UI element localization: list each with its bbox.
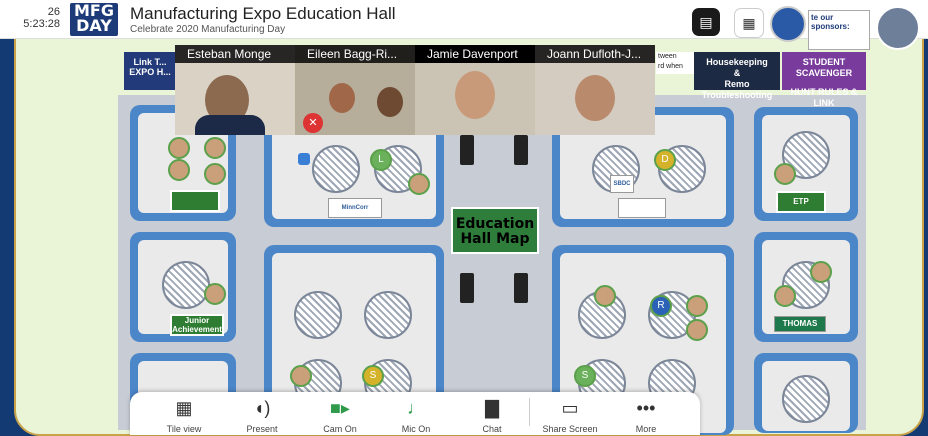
attendee-letter-avatar[interactable]: L <box>370 149 392 171</box>
attendee-avatar[interactable] <box>408 173 430 195</box>
stage-speaker <box>460 135 474 165</box>
tool-label: Chat <box>482 424 502 434</box>
share-screen-button[interactable]: ▭ Share Screen <box>530 398 610 434</box>
timer-line: 26 <box>47 6 60 18</box>
more-button[interactable]: ••• More <box>606 398 686 434</box>
sbdc-sign[interactable]: SBDC <box>610 175 634 193</box>
junior-achievement-sign[interactable]: Junior Achievement <box>170 314 224 336</box>
thomas-sign[interactable]: THOMAS <box>774 316 826 332</box>
attendee-avatar[interactable] <box>686 319 708 341</box>
chat-button[interactable]: ▇ Chat <box>452 398 532 434</box>
attendee-avatar[interactable] <box>774 285 796 307</box>
video-tile[interactable]: Esteban Monge <box>175 45 295 135</box>
banner-text: & <box>733 68 741 78</box>
cam-button[interactable]: ■▸ Cam On <box>300 398 380 434</box>
tool-label: Mic On <box>401 424 431 434</box>
attendee-avatar[interactable] <box>290 365 312 387</box>
round-table[interactable] <box>294 291 342 339</box>
mic-muted-icon: ✕ <box>303 113 323 133</box>
participant-face <box>575 75 615 121</box>
expo-link-banner[interactable]: Link T... EXPO H... <box>124 52 176 90</box>
event-title: Manufacturing Expo Education Hall <box>130 4 396 23</box>
chair <box>298 153 310 165</box>
minncorr-sign[interactable]: MinnCorr <box>328 198 382 218</box>
calendar-icon[interactable]: ▦ <box>734 8 764 38</box>
camera-icon: ■▸ <box>330 398 350 418</box>
video-tile-active[interactable]: Jamie Davenport <box>415 45 535 135</box>
event-subtitle: Celebrate 2020 Manufacturing Day <box>130 24 286 35</box>
attendee-avatar[interactable] <box>168 137 190 159</box>
notice-text: rd when <box>658 63 683 70</box>
mic-button[interactable]: ♩ Mic On <box>376 398 456 434</box>
clapperboard-icon[interactable]: ▤ <box>692 8 720 36</box>
tool-label: Share Screen <box>542 424 598 434</box>
video-participant-name: Esteban Monge <box>175 45 295 63</box>
expo-floor: Junior Achievement L MinnCorr S R S D SB… <box>118 95 866 435</box>
present-button[interactable]: ◖) Present <box>222 398 302 434</box>
scavenger-hunt-banner[interactable]: STUDENT SCAVENGER HUNT RULES & LINK <box>782 52 866 108</box>
attendee-letter-avatar[interactable]: S <box>574 365 596 387</box>
mfg-day-logo: MFG DAY <box>70 3 118 36</box>
notice-board: tween rd when <box>656 52 694 74</box>
participant-face <box>377 87 403 117</box>
education-hall-map[interactable]: Education Hall Map <box>451 207 539 254</box>
tile-view-button[interactable]: ▦ Tile view <box>144 398 224 434</box>
booth-sign[interactable] <box>618 198 666 218</box>
round-table[interactable] <box>162 261 210 309</box>
booth-sign[interactable] <box>170 190 220 212</box>
attendee-letter-avatar[interactable]: D <box>654 149 676 171</box>
share-screen-icon: ▭ <box>561 398 579 418</box>
tool-label: Tile view <box>166 424 202 434</box>
attendee-avatar[interactable] <box>204 137 226 159</box>
microphone-icon: ♩ <box>407 398 425 418</box>
more-icon: ••• <box>636 398 656 418</box>
round-table[interactable] <box>782 375 830 423</box>
bottom-toolbar: ▦ Tile view ◖) Present ■▸ Cam On ♩ Mic O… <box>130 392 700 435</box>
attendee-letter-avatar[interactable]: R <box>650 295 672 317</box>
round-table[interactable] <box>364 291 412 339</box>
video-participant-name: Joann Dufloth-J... <box>535 45 655 63</box>
map-title: Education <box>455 216 535 232</box>
video-participant-name: Jamie Davenport <box>415 45 535 63</box>
participant-face <box>455 71 495 119</box>
banner-text: HUNT RULES & LINK <box>790 87 858 108</box>
stage-speaker <box>514 273 528 303</box>
attendee-avatar[interactable] <box>204 283 226 305</box>
notice-text: tween <box>658 53 677 60</box>
housekeeping-banner[interactable]: Housekeeping & Remo Troubleshooting <box>694 52 780 100</box>
attendee-avatar[interactable] <box>204 163 226 185</box>
chat-icon: ▇ <box>485 398 499 418</box>
tool-label: Cam On <box>323 424 357 434</box>
attendee-avatar[interactable] <box>774 163 796 185</box>
tool-label: Present <box>246 424 278 434</box>
participant-body <box>195 115 265 135</box>
stage-speaker <box>460 273 474 303</box>
attendee-avatar[interactable] <box>810 261 832 283</box>
stage-speaker <box>514 135 528 165</box>
attendee-avatar[interactable] <box>168 159 190 181</box>
banner-text: STUDENT SCAVENGER <box>795 57 853 78</box>
video-tile[interactable]: ✕ Eileen Bagg-Ri... <box>295 45 415 135</box>
grid-icon: ▦ <box>175 398 193 418</box>
event-globe-icon[interactable] <box>770 6 806 42</box>
attendee-avatar[interactable] <box>594 285 616 307</box>
user-avatar[interactable] <box>876 6 920 50</box>
attendee-avatar[interactable] <box>686 295 708 317</box>
video-tile[interactable]: Joann Dufloth-J... <box>535 45 655 135</box>
etp-sign[interactable]: ETP <box>776 191 826 213</box>
logo-text: DAY <box>76 16 112 35</box>
video-participant-name: Eileen Bagg-Ri... <box>295 45 415 63</box>
banner-text: Remo Troubleshooting <box>701 79 773 100</box>
round-table[interactable] <box>312 145 360 193</box>
timer-line: 5:23:28 <box>23 18 60 30</box>
event-timer: 26 5:23:28 <box>4 6 60 30</box>
banner-text: Housekeeping <box>706 57 768 67</box>
participant-face <box>329 83 355 113</box>
tool-label: More <box>635 424 657 434</box>
attendee-letter-avatar[interactable]: S <box>362 365 384 387</box>
map-subtitle: Hall Map <box>460 231 530 247</box>
top-bar: 26 5:23:28 MFG DAY Manufacturing Expo Ed… <box>0 0 928 42</box>
presenter-icon: ◖) <box>253 398 271 418</box>
sponsors-banner[interactable]: te our sponsors: <box>808 10 870 50</box>
